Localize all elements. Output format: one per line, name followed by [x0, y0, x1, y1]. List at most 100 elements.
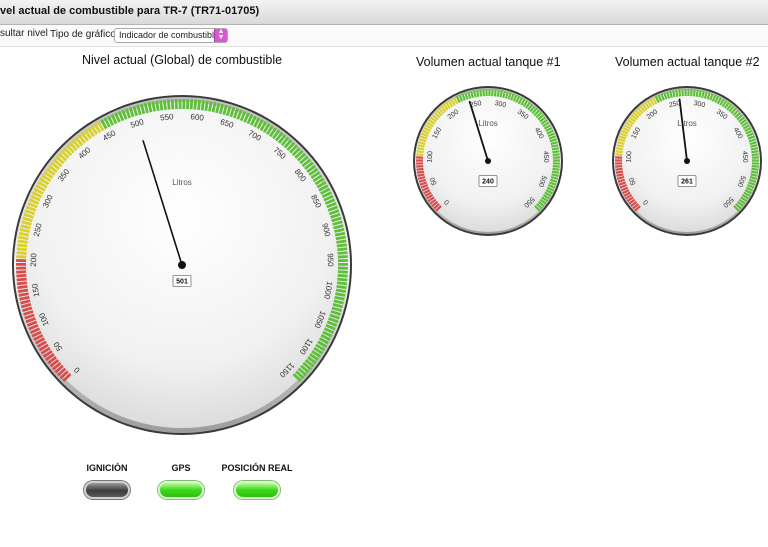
gauge-band-segment — [417, 173, 425, 177]
gauge-tick-label: 200 — [29, 253, 38, 267]
gauge-unit-label: Litros — [172, 178, 192, 187]
gauge-band-segment — [336, 239, 347, 244]
gauge-band-segment — [211, 102, 217, 113]
gauge-band-segment — [496, 89, 500, 97]
gauge-needle-hub — [684, 158, 690, 164]
gauge-band-segment — [18, 235, 29, 241]
gauge-band-segment — [163, 99, 167, 111]
gauge-band-segment — [193, 99, 198, 110]
gauge-global: 050100150200250300350400450500 550 600 6507… — [12, 95, 352, 435]
gauge-needle-hub — [178, 261, 186, 269]
gauge-band-segment — [552, 153, 560, 157]
gauge-band-segment — [147, 102, 153, 113]
gauge-band-segment — [334, 231, 346, 237]
gauge-tick-label: 450 — [542, 151, 550, 163]
gauge-band-segment — [416, 153, 424, 157]
gauge-band-segment — [204, 100, 209, 112]
gauge-band-segment — [18, 231, 30, 237]
gauge-band-segment — [616, 144, 624, 148]
gauge-band-segment — [166, 99, 171, 110]
gauge-band-segment — [416, 150, 424, 154]
gauge-band-segment — [615, 150, 623, 154]
gauge-band-segment — [615, 147, 624, 151]
gauge-band-segment — [750, 144, 758, 148]
gauge-band-segment — [17, 243, 28, 248]
gauge-band-segment — [335, 235, 346, 241]
gauge-band-segment — [751, 153, 759, 157]
gauge-readout-value: 240 — [482, 178, 494, 185]
gauge-band-segment — [200, 100, 205, 111]
ignition-indicator — [84, 481, 130, 499]
gauge-tank1: 050100150200250 300350400450500550Litros2… — [413, 86, 563, 236]
gauge-band-segment — [751, 167, 759, 171]
gauge-band-segment — [616, 173, 624, 177]
gauge-band-segment — [335, 292, 346, 297]
gauge-band-segment — [750, 170, 759, 174]
real-position-indicator — [234, 481, 280, 499]
gauge-band-segment — [551, 170, 560, 174]
gauge-band-segment — [692, 89, 696, 97]
gauge-band-segment — [17, 288, 29, 293]
indicator-label-gps: GPS — [171, 463, 191, 473]
gauge-tick-label: 950 — [326, 253, 335, 267]
gauge-band-segment — [552, 165, 560, 168]
gauge-band-segment — [337, 277, 348, 282]
gauge-band-segment — [337, 251, 348, 255]
gauge-band-segment — [551, 173, 559, 177]
gauge-band-segment — [750, 147, 759, 151]
gauge-band-segment — [335, 288, 347, 293]
gauge-band-segment — [16, 281, 28, 286]
gauge-tank2: 050100150200250 300350400450500550Litros2… — [612, 86, 762, 236]
gauge-band-segment — [337, 247, 348, 252]
gauge-band-segment — [552, 167, 560, 171]
gauge-band-segment — [417, 144, 425, 148]
gauge-tick-label: 450 — [741, 151, 749, 163]
gauge-band-segment — [337, 255, 348, 259]
gauge-band-segment — [336, 284, 347, 290]
gauge-band-segment — [499, 90, 503, 98]
gauge-band-segment — [16, 247, 27, 252]
gauge-band-segment — [416, 165, 424, 168]
gauge-band-segment — [479, 89, 483, 97]
gauge-band-segment — [16, 251, 27, 255]
indicator-label-ignition: IGNICIÓN — [86, 463, 128, 473]
gauge-tick-label: 600 — [190, 112, 205, 122]
gauge-band-segment — [476, 89, 480, 97]
gauge-band-segment — [678, 89, 682, 97]
gauge-band-segment — [493, 89, 497, 97]
gauge-needle-hub — [485, 158, 491, 164]
gauge-readout-value: 501 — [176, 278, 188, 285]
gauge-band-segment — [337, 274, 348, 278]
gauge-band-segment — [336, 281, 348, 286]
gauge-band-segment — [170, 99, 175, 110]
gauge-band-segment — [17, 284, 28, 290]
gauge-band-segment — [751, 165, 759, 168]
gauge-band-segment — [155, 100, 160, 112]
gauge-band-segment — [551, 147, 560, 151]
indicator-label-real-position: POSICIÓN REAL — [221, 463, 293, 473]
gauge-unit-label: Litros — [677, 119, 697, 128]
gauge-tick-label: 100 — [626, 151, 634, 163]
gauge-tick-label: 550 — [160, 112, 175, 122]
gauge-tick-label: 100 — [427, 151, 435, 163]
gauge-band-segment — [675, 89, 679, 97]
gauge-band-segment — [615, 165, 623, 168]
gauge-band-segment — [17, 239, 28, 244]
gauge-band-segment — [473, 90, 477, 98]
gauge-band-segment — [416, 147, 425, 151]
gauge-band-segment — [695, 89, 699, 97]
gauge-band-segment — [18, 292, 29, 297]
gauge-band-segment — [615, 167, 623, 171]
gauge-band-segment — [189, 99, 194, 110]
gauge-band-segment — [552, 150, 560, 154]
gauge-band-segment — [672, 90, 676, 98]
gauge-readout-value: 261 — [681, 178, 693, 185]
gauge-band-segment — [416, 170, 425, 174]
gauge-band-segment — [615, 153, 623, 157]
gauge-band-segment — [208, 101, 213, 112]
gauge-band-segment — [698, 90, 702, 98]
gauge-band-segment — [750, 173, 758, 177]
gauge-band-segment — [615, 170, 624, 174]
gauge-band-segment — [159, 100, 164, 111]
gauge-band-segment — [751, 150, 759, 154]
